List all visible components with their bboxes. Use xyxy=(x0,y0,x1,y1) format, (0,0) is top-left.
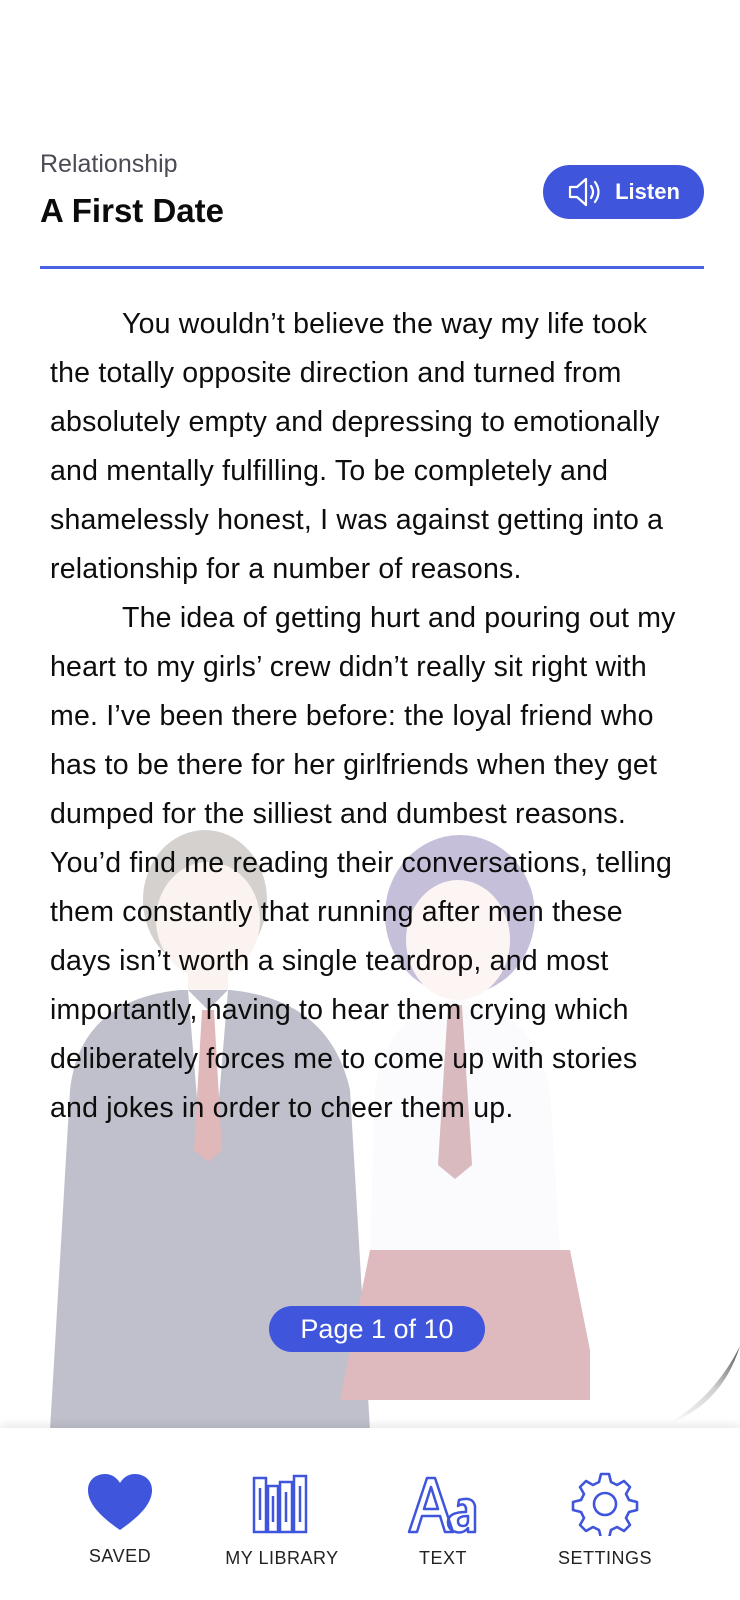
story-text: You wouldn’t believe the way my life too… xyxy=(50,300,690,1133)
text-size-icon xyxy=(407,1476,477,1534)
story-paragraph: You wouldn’t believe the way my life too… xyxy=(50,308,664,585)
gear-icon xyxy=(571,1472,639,1536)
library-icon xyxy=(252,1474,308,1534)
header-divider xyxy=(40,266,704,269)
story-title: A First Date xyxy=(40,192,224,229)
nav-settings-label: SETTINGS xyxy=(557,1548,652,1568)
nav-saved[interactable]: SAVED xyxy=(35,1428,205,1600)
nav-text-label: TEXT xyxy=(418,1548,467,1568)
listen-button[interactable]: Listen xyxy=(543,165,704,219)
nav-settings[interactable]: SETTINGS xyxy=(520,1428,690,1600)
page-curl[interactable] xyxy=(660,1346,740,1428)
bottom-navigation: SAVED MY LIBRARY TEXT SETTINGS xyxy=(0,1428,740,1600)
listen-label: Listen xyxy=(615,179,680,204)
story-paragraph: The idea of getting hurt and pouring out… xyxy=(50,602,676,1124)
nav-my-library-label: MY LIBRARY xyxy=(225,1548,339,1568)
nav-saved-label: SAVED xyxy=(88,1546,152,1566)
nav-text[interactable]: TEXT xyxy=(358,1428,528,1600)
story-category: Relationship xyxy=(40,150,178,178)
nav-my-library[interactable]: MY LIBRARY xyxy=(197,1428,367,1600)
page-indicator: Page 1 of 10 xyxy=(269,1306,485,1352)
speaker-icon xyxy=(568,177,600,207)
heart-icon xyxy=(88,1474,152,1530)
